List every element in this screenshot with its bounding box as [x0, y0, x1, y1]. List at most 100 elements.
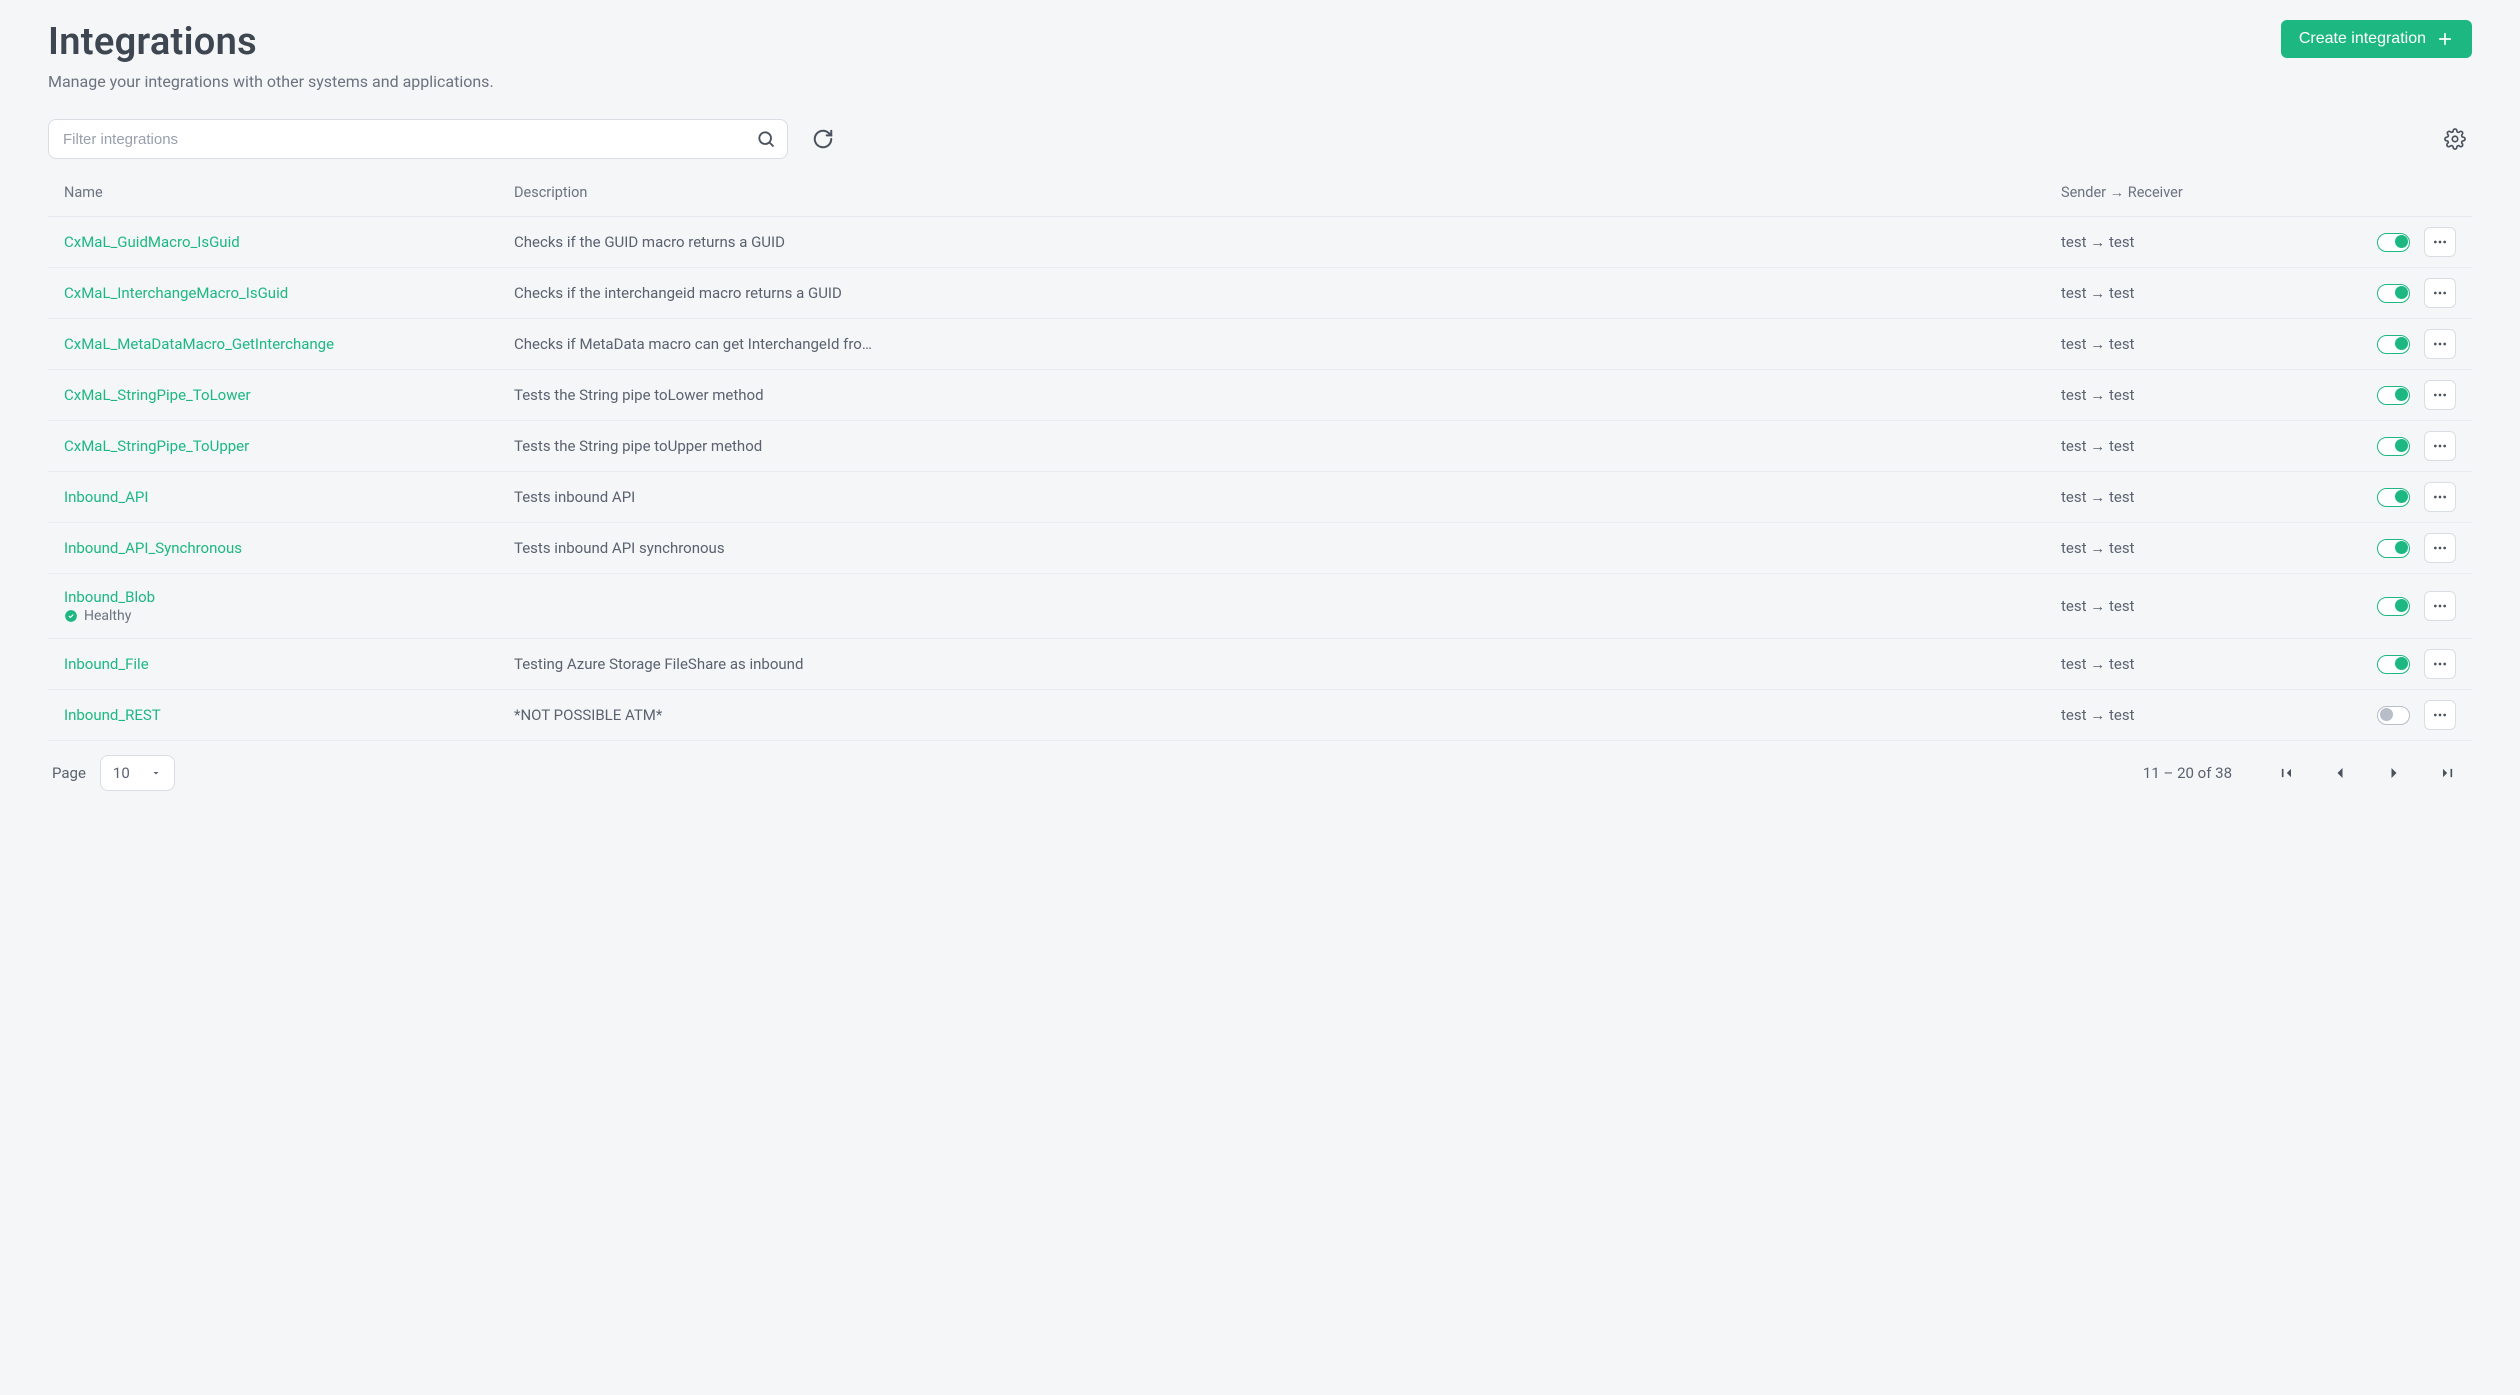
integrations-table: Name Description Sender → Receiver CxMaL… — [48, 169, 2472, 741]
health-badge: Healthy — [64, 608, 514, 624]
integration-name-link[interactable]: Inbound_REST — [64, 706, 161, 724]
more-horizontal-icon — [2432, 387, 2448, 403]
integration-description: *NOT POSSIBLE ATM* — [514, 706, 2061, 724]
sender-receiver: test → test — [2061, 488, 2296, 506]
row-more-button[interactable] — [2424, 533, 2456, 563]
pagination-range: 11 – 20 of 38 — [2143, 764, 2232, 782]
check-circle-icon — [64, 609, 78, 623]
integration-name-link[interactable]: Inbound_File — [64, 655, 149, 673]
integration-name-link[interactable]: CxMaL_InterchangeMacro_IsGuid — [64, 284, 288, 302]
integration-name-link[interactable]: CxMaL_MetaDataMacro_GetInterchange — [64, 335, 334, 353]
integration-name-link[interactable]: CxMaL_GuidMacro_IsGuid — [64, 233, 240, 251]
prev-page-button[interactable] — [2320, 757, 2360, 789]
enabled-toggle[interactable] — [2377, 233, 2410, 252]
table-row: CxMaL_StringPipe_ToUpper Tests the String… — [48, 421, 2472, 472]
integration-name-link[interactable]: Inbound_API — [64, 488, 148, 506]
enabled-toggle[interactable] — [2377, 488, 2410, 507]
integration-name-link[interactable]: Inbound_API_Synchronous — [64, 539, 242, 557]
integration-description: Tests the String pipe toLower method — [514, 386, 2061, 404]
chevron-down-icon — [150, 767, 162, 779]
enabled-toggle[interactable] — [2377, 284, 2410, 303]
plus-icon — [2436, 30, 2454, 48]
settings-button[interactable] — [2438, 122, 2472, 156]
sender-receiver: test → test — [2061, 437, 2296, 455]
integration-description: Testing Azure Storage FileShare as inbou… — [514, 655, 2061, 673]
row-more-button[interactable] — [2424, 227, 2456, 257]
page-label: Page — [52, 764, 86, 782]
more-horizontal-icon — [2432, 438, 2448, 454]
more-horizontal-icon — [2432, 234, 2448, 250]
enabled-toggle[interactable] — [2377, 539, 2410, 558]
sender-receiver: test → test — [2061, 284, 2296, 302]
sender-receiver: test → test — [2061, 335, 2296, 353]
page-title: Integrations — [48, 20, 257, 64]
refresh-icon — [812, 128, 834, 150]
sender-receiver: test → test — [2061, 386, 2296, 404]
row-more-button[interactable] — [2424, 700, 2456, 730]
integration-description: Tests the String pipe toUpper method — [514, 437, 2061, 455]
create-integration-label: Create integration — [2299, 30, 2426, 48]
first-page-button[interactable] — [2266, 757, 2306, 789]
row-more-button[interactable] — [2424, 380, 2456, 410]
page-size-value: 10 — [113, 764, 130, 782]
more-horizontal-icon — [2432, 540, 2448, 556]
health-text: Healthy — [84, 608, 131, 624]
table-row: Inbound_Blob Healthy test → test — [48, 574, 2472, 639]
gear-icon — [2444, 128, 2466, 150]
integration-description: Checks if MetaData macro can get Interch… — [514, 335, 2061, 353]
integration-name-link[interactable]: CxMaL_StringPipe_ToUpper — [64, 437, 249, 455]
table-row: Inbound_File Testing Azure Storage FileSh… — [48, 639, 2472, 690]
table-row: CxMaL_StringPipe_ToLower Tests the String… — [48, 370, 2472, 421]
more-horizontal-icon — [2432, 707, 2448, 723]
integration-name-link[interactable]: CxMaL_StringPipe_ToLower — [64, 386, 251, 404]
enabled-toggle[interactable] — [2377, 655, 2410, 674]
enabled-toggle[interactable] — [2377, 706, 2410, 725]
table-row: CxMaL_MetaDataMacro_GetInterchange Checks… — [48, 319, 2472, 370]
last-page-button[interactable] — [2428, 757, 2468, 789]
sender-receiver: test → test — [2061, 539, 2296, 557]
row-more-button[interactable] — [2424, 329, 2456, 359]
table-row: CxMaL_GuidMacro_IsGuid Checks if the GUID… — [48, 217, 2472, 268]
row-more-button[interactable] — [2424, 278, 2456, 308]
row-more-button[interactable] — [2424, 431, 2456, 461]
table-row: Inbound_REST *NOT POSSIBLE ATM*test → tes… — [48, 690, 2472, 741]
search-icon — [756, 129, 776, 149]
table-row: Inbound_API_Synchronous Tests inbound API… — [48, 523, 2472, 574]
row-more-button[interactable] — [2424, 649, 2456, 679]
table-row: Inbound_API Tests inbound APItest → test — [48, 472, 2472, 523]
more-horizontal-icon — [2432, 656, 2448, 672]
integration-description: Checks if the GUID macro returns a GUID — [514, 233, 2061, 251]
next-page-button[interactable] — [2374, 757, 2414, 789]
refresh-button[interactable] — [806, 122, 840, 156]
enabled-toggle[interactable] — [2377, 386, 2410, 405]
integration-description: Tests inbound API synchronous — [514, 539, 2061, 557]
sender-receiver: test → test — [2061, 706, 2296, 724]
more-horizontal-icon — [2432, 598, 2448, 614]
chevron-left-icon — [2330, 763, 2350, 783]
page-size-select[interactable]: 10 — [100, 755, 175, 791]
more-horizontal-icon — [2432, 336, 2448, 352]
col-sender-receiver[interactable]: Sender → Receiver — [2061, 184, 2296, 201]
sender-receiver: test → test — [2061, 655, 2296, 673]
row-more-button[interactable] — [2424, 591, 2456, 621]
col-description[interactable]: Description — [514, 184, 2061, 201]
enabled-toggle[interactable] — [2377, 437, 2410, 456]
chevron-right-icon — [2384, 763, 2404, 783]
last-page-icon — [2438, 763, 2458, 783]
integration-name-link[interactable]: Inbound_Blob — [64, 588, 155, 606]
col-name[interactable]: Name — [64, 184, 514, 201]
integration-description: Tests inbound API — [514, 488, 2061, 506]
sender-receiver: test → test — [2061, 597, 2296, 615]
create-integration-button[interactable]: Create integration — [2281, 20, 2472, 58]
search-button[interactable] — [752, 125, 780, 153]
row-more-button[interactable] — [2424, 482, 2456, 512]
sender-receiver: test → test — [2061, 233, 2296, 251]
integration-description: Checks if the interchangeid macro return… — [514, 284, 2061, 302]
enabled-toggle[interactable] — [2377, 597, 2410, 616]
filter-input[interactable] — [48, 119, 788, 159]
page-subtitle: Manage your integrations with other syst… — [48, 72, 2472, 91]
more-horizontal-icon — [2432, 489, 2448, 505]
enabled-toggle[interactable] — [2377, 335, 2410, 354]
table-row: CxMaL_InterchangeMacro_IsGuid Checks if t… — [48, 268, 2472, 319]
first-page-icon — [2276, 763, 2296, 783]
